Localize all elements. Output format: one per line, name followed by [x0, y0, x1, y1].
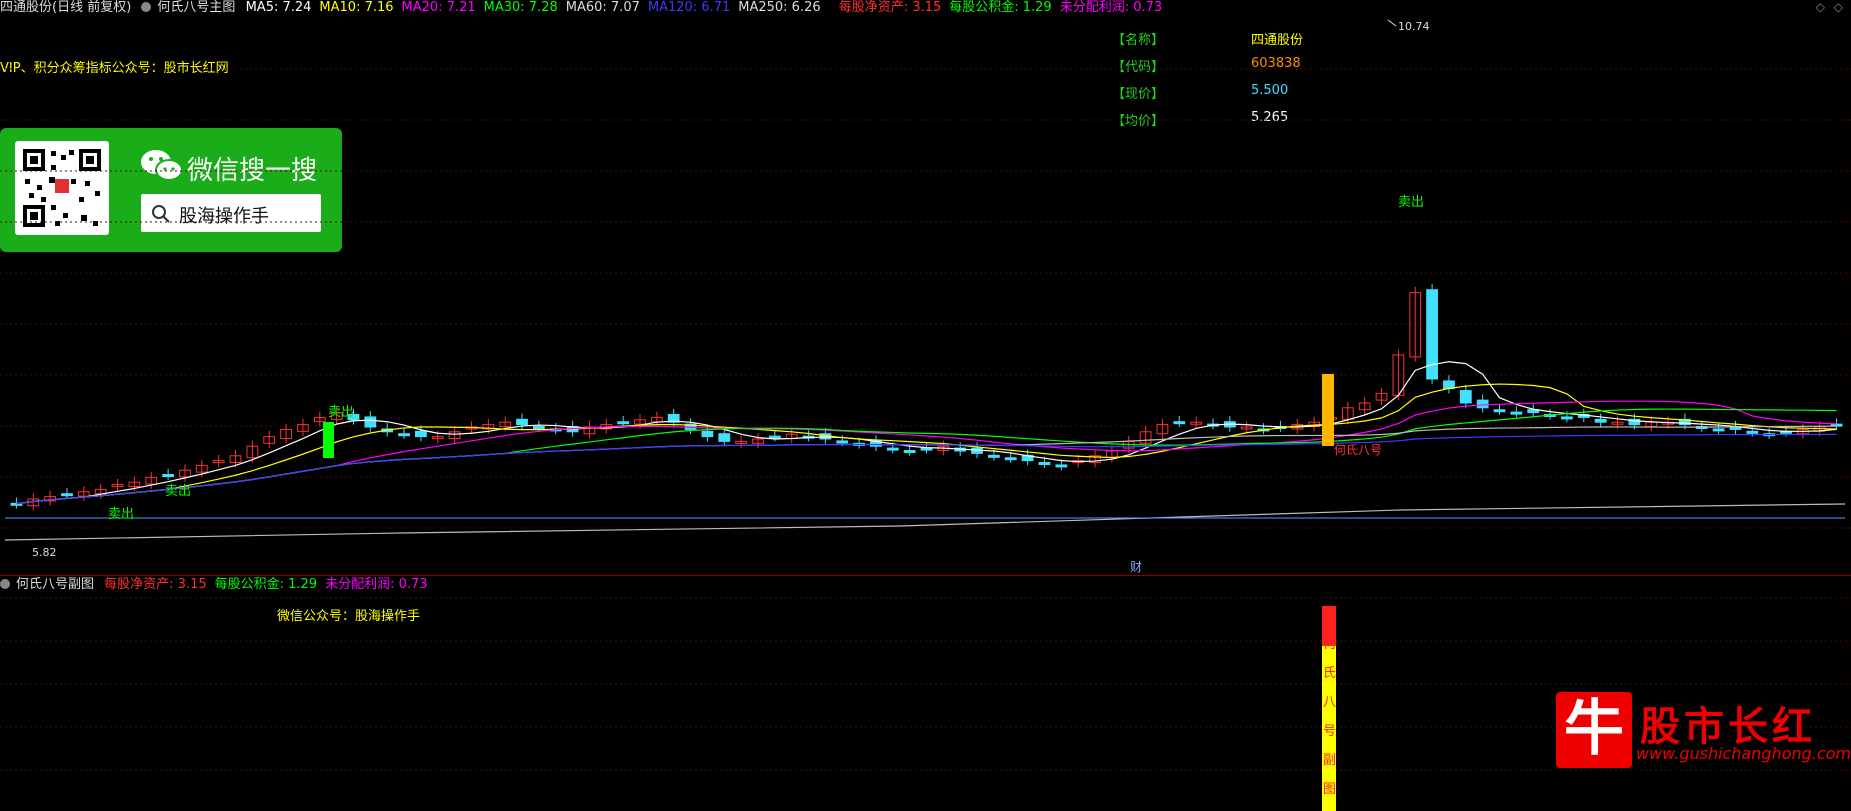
candle-body: [415, 430, 427, 438]
candle-body: [61, 493, 73, 497]
sub-fin-value-2: 未分配利润: 0.73: [325, 577, 428, 592]
expand-icon[interactable]: ◇: [1834, 0, 1843, 14]
ma60-line: [16, 425, 1837, 505]
niu-logo-icon: 牛: [1556, 692, 1632, 768]
fin-values: 每股净资产: 3.15 每股公积金: 1.29 未分配利润: 0.73: [839, 0, 1170, 15]
ma-value-5: MA120: 6.71: [647, 0, 731, 15]
sub-chart-header: 何氏八号副图 每股净资产: 3.15 每股公积金: 1.29 未分配利润: 0.73: [0, 577, 442, 593]
vertical-label-char-2: 八: [1323, 695, 1336, 710]
signal-bar: [1322, 374, 1334, 446]
sub-fin-values: 每股净资产: 3.15 每股公积金: 1.29 未分配利润: 0.73: [104, 577, 435, 592]
cai-marker: 财: [1130, 560, 1142, 574]
vertical-label-char-4: 副: [1323, 753, 1336, 768]
fin-value-0: 每股净资产: 3.15: [838, 0, 942, 15]
ma250-line: [4, 503, 1846, 541]
sub-indicator-name[interactable]: 何氏八号副图: [16, 577, 94, 592]
candle-body: [1459, 390, 1472, 404]
sell-bar: [323, 422, 334, 458]
pane-divider[interactable]: [0, 575, 1851, 576]
watermark-url: www.gushichanghong.com: [1636, 744, 1851, 763]
ma30-line: [16, 408, 1837, 505]
fin-value-1: 每股公积金: 1.29: [949, 0, 1052, 15]
candle-body: [1173, 421, 1186, 425]
vertical-label-char-0: 何: [1323, 636, 1336, 652]
candle-body: [516, 418, 528, 426]
candle-body: [988, 454, 1000, 458]
candle-body: [903, 450, 916, 454]
candle-body: [1594, 418, 1607, 423]
candle-body: [1038, 462, 1051, 466]
ma-value-6: MA250: 6.26: [738, 0, 821, 15]
ma5-line: [16, 361, 1837, 505]
candlestick-chart[interactable]: 10.745.82卖出卖出卖出卖出何氏八号财: [0, 18, 1851, 574]
price-high-label: 10.74: [1398, 20, 1430, 33]
price-high-marker: [1387, 19, 1397, 27]
vertical-label-char-3: 号: [1323, 724, 1336, 739]
sell-signal-1: 卖出: [165, 484, 191, 499]
ma-value-4: MA60: 7.07: [565, 0, 640, 15]
candle-body: [768, 435, 781, 439]
collapse-icon[interactable]: ◇: [1816, 0, 1825, 14]
ma-value-0: MA5: 7.24: [245, 0, 312, 15]
candle-body: [364, 416, 377, 428]
candle-body: [1055, 464, 1068, 468]
candle-body: [1561, 416, 1573, 420]
sell-signal-0: 卖出: [328, 405, 354, 420]
candle-body: [617, 421, 630, 425]
indicator-name[interactable]: 何氏八号主图: [157, 0, 235, 15]
vertical-label-char-5: 图: [1323, 782, 1336, 797]
candle-body: [1476, 399, 1489, 409]
logo-char: 牛: [1564, 694, 1624, 764]
candle-body: [836, 440, 849, 444]
sub-fin-value-1: 每股公积金: 1.29: [214, 577, 318, 592]
price-low-label: 5.82: [32, 546, 57, 559]
vertical-label-char-1: 氏: [1323, 666, 1336, 681]
ma-values: MA5: 7.24 MA10: 7.16 MA20: 7.21 MA30: 7.28 M…: [246, 0, 829, 15]
sell-signal-3: 卖出: [1398, 195, 1424, 210]
candle-body: [718, 433, 731, 442]
fin-value-2: 未分配利润: 0.73: [1059, 0, 1163, 15]
candle-body: [920, 447, 933, 451]
candle-body: [1712, 428, 1725, 432]
candle-body: [532, 426, 545, 430]
candle-body: [1510, 411, 1523, 415]
stock-title[interactable]: 四通股份(日线 前复权): [0, 0, 131, 15]
sub-fin-value-0: 每股净资产: 3.15: [104, 577, 207, 592]
buy-signal-label: 何氏八号: [1334, 443, 1382, 457]
candle-body: [701, 430, 714, 438]
candle-body: [1004, 457, 1017, 461]
ma-value-2: MA20: 7.21: [401, 0, 476, 15]
sub-indicator-toggle-icon[interactable]: [0, 579, 10, 589]
indicator-toggle-icon[interactable]: [141, 2, 152, 12]
candle-body: [1493, 409, 1506, 413]
main-chart-header: 四通股份(日线 前复权) 何氏八号主图 MA5: 7.24 MA10: 7.16 M…: [0, 0, 1176, 16]
candle-body: [886, 447, 899, 451]
ma-value-3: MA30: 7.28: [483, 0, 558, 15]
sell-signal-2: 卖出: [108, 507, 134, 522]
candle-body: [162, 474, 174, 478]
ma-value-1: MA10: 7.16: [319, 0, 394, 15]
candle-body: [398, 433, 410, 437]
candle-body: [1746, 430, 1759, 434]
